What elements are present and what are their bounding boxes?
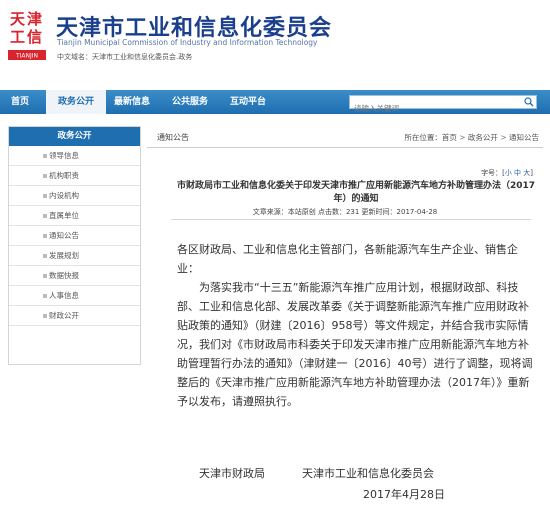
sidebar-item-label: 直属单位 — [49, 211, 79, 220]
body-paragraph: 各区财政局、工业和信息化主管部门，各新能源汽车生产企业、销售企业： — [177, 243, 518, 275]
signature-industry-commission: 天津市工业和信息化委员会 — [302, 467, 434, 480]
breadcrumb-notices[interactable]: 通知公告 — [509, 133, 539, 142]
bullet-icon — [43, 154, 47, 158]
nav-government-affairs[interactable]: 政务公开 — [46, 90, 106, 114]
breadcrumb-home[interactable]: 首页 — [442, 133, 457, 142]
nav-interaction[interactable]: 互动平台 — [224, 90, 272, 114]
sidebar-item-duties[interactable]: 机构职责 — [9, 166, 140, 186]
sidebar-item-plans[interactable]: 发展规划 — [9, 246, 140, 266]
nav-latest-news[interactable]: 最新信息 — [108, 90, 156, 114]
sidebar-item-affiliated-units[interactable]: 直属单位 — [9, 206, 140, 226]
svg-text:信: 信 — [27, 28, 42, 46]
font-size-label: 字号： — [481, 169, 503, 177]
main-nav: 首页 政务公开 最新信息 公共服务 互动平台 — [0, 90, 550, 115]
sidebar-item-finance[interactable]: 财政公开 — [9, 306, 140, 326]
bullet-icon — [43, 214, 47, 218]
document-title: 市财政局市工业和信息化委关于印发天津市推广应用新能源汽车地方补助管理办法（201… — [176, 181, 536, 204]
sidebar-item-label: 财政公开 — [49, 311, 79, 320]
sidebar-item-label: 数据快报 — [49, 271, 79, 280]
breadcrumb-label: 所在位置： — [404, 133, 442, 142]
sidebar-item-data-reports[interactable]: 数据快报 — [9, 266, 140, 286]
sidebar-list: 领导信息 机构职责 内设机构 直属单位 通知公告 发展规划 数据快报 人事信息 … — [9, 146, 140, 326]
breadcrumb-affairs[interactable]: 政务公开 — [468, 133, 498, 142]
bullet-icon — [43, 194, 47, 198]
divider — [171, 219, 531, 220]
sidebar-item-label: 内设机构 — [49, 191, 79, 200]
bullet-icon — [43, 294, 47, 298]
search-input[interactable] — [350, 102, 520, 115]
breadcrumb: 所在位置：首页 > 政务公开 > 通知公告 — [404, 132, 539, 143]
sidebar: 政务公开 领导信息 机构职责 内设机构 直属单位 通知公告 发展规划 数据快报 … — [8, 126, 141, 365]
search-box — [349, 95, 537, 115]
breadcrumb-separator: > — [459, 133, 466, 142]
font-size-small[interactable]: 小 — [505, 169, 512, 177]
nav-public-services[interactable]: 公共服务 — [166, 90, 214, 114]
sidebar-item-label: 人事信息 — [49, 291, 79, 300]
bullet-icon — [43, 274, 47, 278]
bullet-icon — [43, 174, 47, 178]
content-header: 通知公告 所在位置：首页 > 政务公开 > 通知公告 — [147, 126, 543, 148]
font-size-medium[interactable]: 中 — [514, 169, 521, 177]
main-content: 通知公告 所在位置：首页 > 政务公开 > 通知公告 字号：[小 中 大] 市财… — [147, 126, 543, 501]
bullet-icon — [43, 314, 47, 318]
sidebar-item-notices[interactable]: 通知公告 — [9, 226, 140, 246]
bullet-icon — [43, 254, 47, 258]
font-size-large[interactable]: 大 — [523, 169, 530, 177]
sidebar-item-label: 领导信息 — [49, 151, 79, 160]
bullet-icon — [43, 234, 47, 238]
svg-text:天: 天 — [10, 10, 26, 28]
svg-text:津: 津 — [27, 10, 42, 28]
breadcrumb-separator: > — [500, 133, 507, 142]
document-date: 2017年4月28日 — [363, 488, 445, 501]
signature-finance-bureau: 天津市财政局 — [199, 467, 265, 480]
site-header: 天 津 工 信 TIANJIN 天津市工业和信息化委员会 Tianjin Mun… — [0, 0, 550, 90]
domain-link[interactable]: 中文域名：天津市工业和信息化委员会.政务 — [57, 52, 192, 62]
site-subtitle: Tianjin Municipal Commission of Industry… — [57, 38, 318, 47]
sidebar-item-personnel[interactable]: 人事信息 — [9, 286, 140, 306]
section-title: 通知公告 — [157, 133, 189, 142]
body-paragraph: 为落实我市“十三五”新能源汽车推广应用计划，根据财政部、科技部、工业和信息化部、… — [177, 281, 533, 408]
font-size-control: 字号：[小 中 大] — [481, 169, 533, 177]
search-icon[interactable] — [524, 97, 534, 107]
sidebar-item-label: 通知公告 — [49, 231, 79, 240]
tianjin-logo-icon[interactable]: 天 津 工 信 TIANJIN — [8, 6, 46, 60]
sidebar-item-label: 发展规划 — [49, 251, 79, 260]
sidebar-item-leaders[interactable]: 领导信息 — [9, 146, 140, 166]
sidebar-title: 政务公开 — [9, 127, 140, 146]
sidebar-item-internal-agencies[interactable]: 内设机构 — [9, 186, 140, 206]
document-meta: 文章来源：本站原创 点击数：231 更新时间：2017-04-28 — [252, 208, 438, 216]
svg-text:TIANJIN: TIANJIN — [15, 53, 38, 60]
nav-home[interactable]: 首页 — [0, 90, 40, 114]
sidebar-item-label: 机构职责 — [49, 171, 79, 180]
svg-text:工: 工 — [10, 28, 25, 46]
